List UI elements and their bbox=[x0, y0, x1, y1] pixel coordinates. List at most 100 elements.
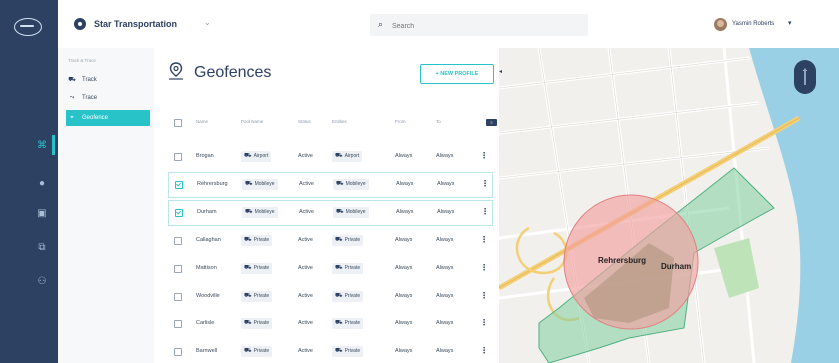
nav-rail: ⌘ ● ▣ ⧉ ⚇ bbox=[0, 0, 58, 363]
camera-icon[interactable]: ▣ bbox=[36, 208, 48, 220]
globe-icon[interactable]: ● bbox=[36, 178, 48, 190]
table-row[interactable]: Rehrersburg ⛟ Mobileye Active ⛟ Mobileye Alway… bbox=[168, 172, 493, 198]
row-name: Woodville bbox=[196, 293, 220, 299]
truck-icon: ⛟ bbox=[335, 237, 343, 243]
row-checkbox[interactable] bbox=[174, 348, 182, 356]
table-row[interactable]: Mattison ⛟ Private Active ⛟ Private Always Alwa… bbox=[166, 257, 496, 281]
row-menu-icon[interactable]: ⋮ bbox=[480, 151, 488, 161]
sidebar-item-geofence[interactable]: ⌖ Geofence bbox=[66, 110, 150, 126]
row-menu-icon[interactable]: ⋮ bbox=[480, 263, 488, 273]
table-row[interactable]: Barnwell ⛟ Private Active ⛟ Private Always Alwa… bbox=[166, 340, 496, 363]
pool-chip[interactable]: ⛟ Mobileye bbox=[242, 207, 278, 218]
zoom-control[interactable]: + bbox=[794, 60, 816, 94]
row-checkbox[interactable] bbox=[175, 181, 183, 189]
app-logo-icon[interactable] bbox=[14, 18, 42, 36]
sidebar-item-trace[interactable]: ⤳ Trace bbox=[66, 90, 150, 106]
row-checkbox[interactable] bbox=[174, 153, 182, 161]
entities-name: Private bbox=[344, 348, 361, 354]
entities-chip[interactable]: ⛟ Private bbox=[332, 318, 364, 329]
row-checkbox[interactable] bbox=[174, 237, 182, 245]
column-header[interactable]: Pool Name bbox=[241, 119, 263, 124]
entities-chip[interactable]: ⛟ Mobileye bbox=[333, 207, 369, 218]
row-status: Active bbox=[298, 237, 313, 243]
entities-chip[interactable]: ⛟ Airport bbox=[332, 151, 363, 162]
row-status: Active bbox=[298, 153, 313, 159]
user-menu-caret-icon[interactable]: ▾ bbox=[788, 19, 792, 27]
row-menu-icon[interactable]: ⋮ bbox=[480, 346, 488, 356]
row-menu-icon[interactable]: ⋮ bbox=[480, 291, 488, 301]
entities-chip[interactable]: ⛟ Mobileye bbox=[333, 179, 369, 190]
geofence-icon[interactable]: ⌘ bbox=[36, 140, 48, 152]
entities-name: Mobileye bbox=[345, 209, 366, 215]
row-checkbox[interactable] bbox=[174, 265, 182, 273]
collapse-panel-icon[interactable]: ◂ bbox=[499, 68, 502, 75]
entities-name: Private bbox=[344, 293, 361, 299]
pool-chip[interactable]: ⛟ Airport bbox=[241, 151, 272, 162]
row-checkbox[interactable] bbox=[175, 209, 183, 217]
column-header[interactable]: Status bbox=[298, 119, 311, 124]
entities-chip[interactable]: ⛟ Private bbox=[332, 291, 364, 302]
truck-icon: ⛟ bbox=[335, 293, 343, 299]
truck-icon: ⛟ bbox=[244, 265, 252, 271]
row-from: Always bbox=[396, 181, 414, 187]
table-row[interactable]: Callaghan ⛟ Private Active ⛟ Private Always Alw… bbox=[166, 229, 496, 253]
truck-icon: ⛟ bbox=[244, 293, 252, 299]
row-from: Always bbox=[395, 237, 413, 243]
route-icon: ⤳ bbox=[69, 95, 75, 101]
table-row[interactable]: Carlisle ⛟ Private Active ⛟ Private Always Alwa… bbox=[166, 312, 496, 336]
pool-chip[interactable]: ⛟ Mobileye bbox=[242, 179, 278, 190]
column-header[interactable]: Entities bbox=[332, 119, 347, 124]
row-to: Always bbox=[436, 320, 454, 326]
pool-chip[interactable]: ⛟ Private bbox=[241, 263, 273, 274]
pool-chip[interactable]: ⛟ Private bbox=[241, 235, 273, 246]
pool-chip[interactable]: ⛟ Private bbox=[241, 318, 273, 329]
entities-chip[interactable]: ⛟ Private bbox=[332, 263, 364, 274]
map-view[interactable]: Rehrersburg Durham bbox=[499, 48, 839, 363]
chevron-down-icon[interactable]: ⌄ bbox=[204, 18, 211, 27]
table-row[interactable]: Durham ⛟ Mobileye Active ⛟ Mobileye Always Alwa… bbox=[168, 200, 493, 226]
org-name[interactable]: Star Transportation bbox=[94, 19, 177, 29]
row-checkbox[interactable] bbox=[174, 293, 182, 301]
row-checkbox[interactable] bbox=[174, 320, 182, 328]
table-row[interactable]: Woodville ⛟ Private Active ⛟ Private Always Alw… bbox=[166, 285, 496, 309]
row-from: Always bbox=[395, 265, 413, 271]
truck-icon: ⛟ bbox=[335, 265, 343, 271]
entities-chip[interactable]: ⛟ Private bbox=[332, 346, 364, 357]
row-name: Barnwell bbox=[196, 348, 218, 354]
row-menu-icon[interactable]: ⋮ bbox=[481, 207, 489, 217]
column-header[interactable]: To bbox=[436, 119, 441, 124]
pool-name: Private bbox=[253, 348, 270, 354]
column-header[interactable]: Name bbox=[196, 119, 208, 124]
row-from: Always bbox=[395, 153, 413, 159]
zoom-in-icon[interactable]: + bbox=[794, 66, 816, 75]
share-icon[interactable]: ⧉ bbox=[36, 242, 48, 254]
truck-icon: ⛟ bbox=[244, 153, 252, 159]
users-icon[interactable]: ⚇ bbox=[36, 276, 48, 288]
geofences-panel: Geofences + NEW PROFILE Name Pool Name S… bbox=[154, 48, 499, 363]
avatar[interactable] bbox=[714, 18, 727, 31]
row-name: Rehrersburg bbox=[197, 181, 228, 187]
top-header: Star Transportation ⌄ ⌕ Yasmin Roberts ▾ bbox=[58, 0, 839, 49]
table-row[interactable]: Brogan ⛟ Airport Active ⛟ Airport Always Always… bbox=[166, 145, 496, 169]
row-menu-icon[interactable]: ⋮ bbox=[481, 179, 489, 189]
sidebar-item-track[interactable]: ⛟ Track bbox=[66, 72, 150, 88]
search-input[interactable] bbox=[390, 18, 574, 34]
row-menu-icon[interactable]: ⋮ bbox=[480, 235, 488, 245]
column-header[interactable]: From bbox=[395, 119, 406, 124]
row-to: Always bbox=[436, 265, 454, 271]
user-name[interactable]: Yasmin Roberts bbox=[732, 21, 774, 27]
entities-chip[interactable]: ⛟ Private bbox=[332, 235, 364, 246]
search-icon: ⌕ bbox=[378, 19, 384, 29]
row-menu-icon[interactable]: ⋮ bbox=[480, 318, 488, 328]
sidebar-item-label: Geofence bbox=[82, 115, 109, 121]
columns-settings-button[interactable]: ≡ bbox=[486, 119, 497, 126]
search-box[interactable]: ⌕ bbox=[370, 14, 588, 36]
map-canvas[interactable] bbox=[499, 48, 839, 363]
select-all-checkbox[interactable] bbox=[174, 119, 182, 127]
pool-chip[interactable]: ⛟ Private bbox=[241, 291, 273, 302]
pool-chip[interactable]: ⛟ Private bbox=[241, 346, 273, 357]
org-icon[interactable] bbox=[74, 18, 86, 30]
new-profile-button[interactable]: + NEW PROFILE bbox=[420, 64, 494, 84]
pool-name: Private bbox=[253, 237, 270, 243]
sidebar-item-label: Trace bbox=[82, 95, 98, 101]
